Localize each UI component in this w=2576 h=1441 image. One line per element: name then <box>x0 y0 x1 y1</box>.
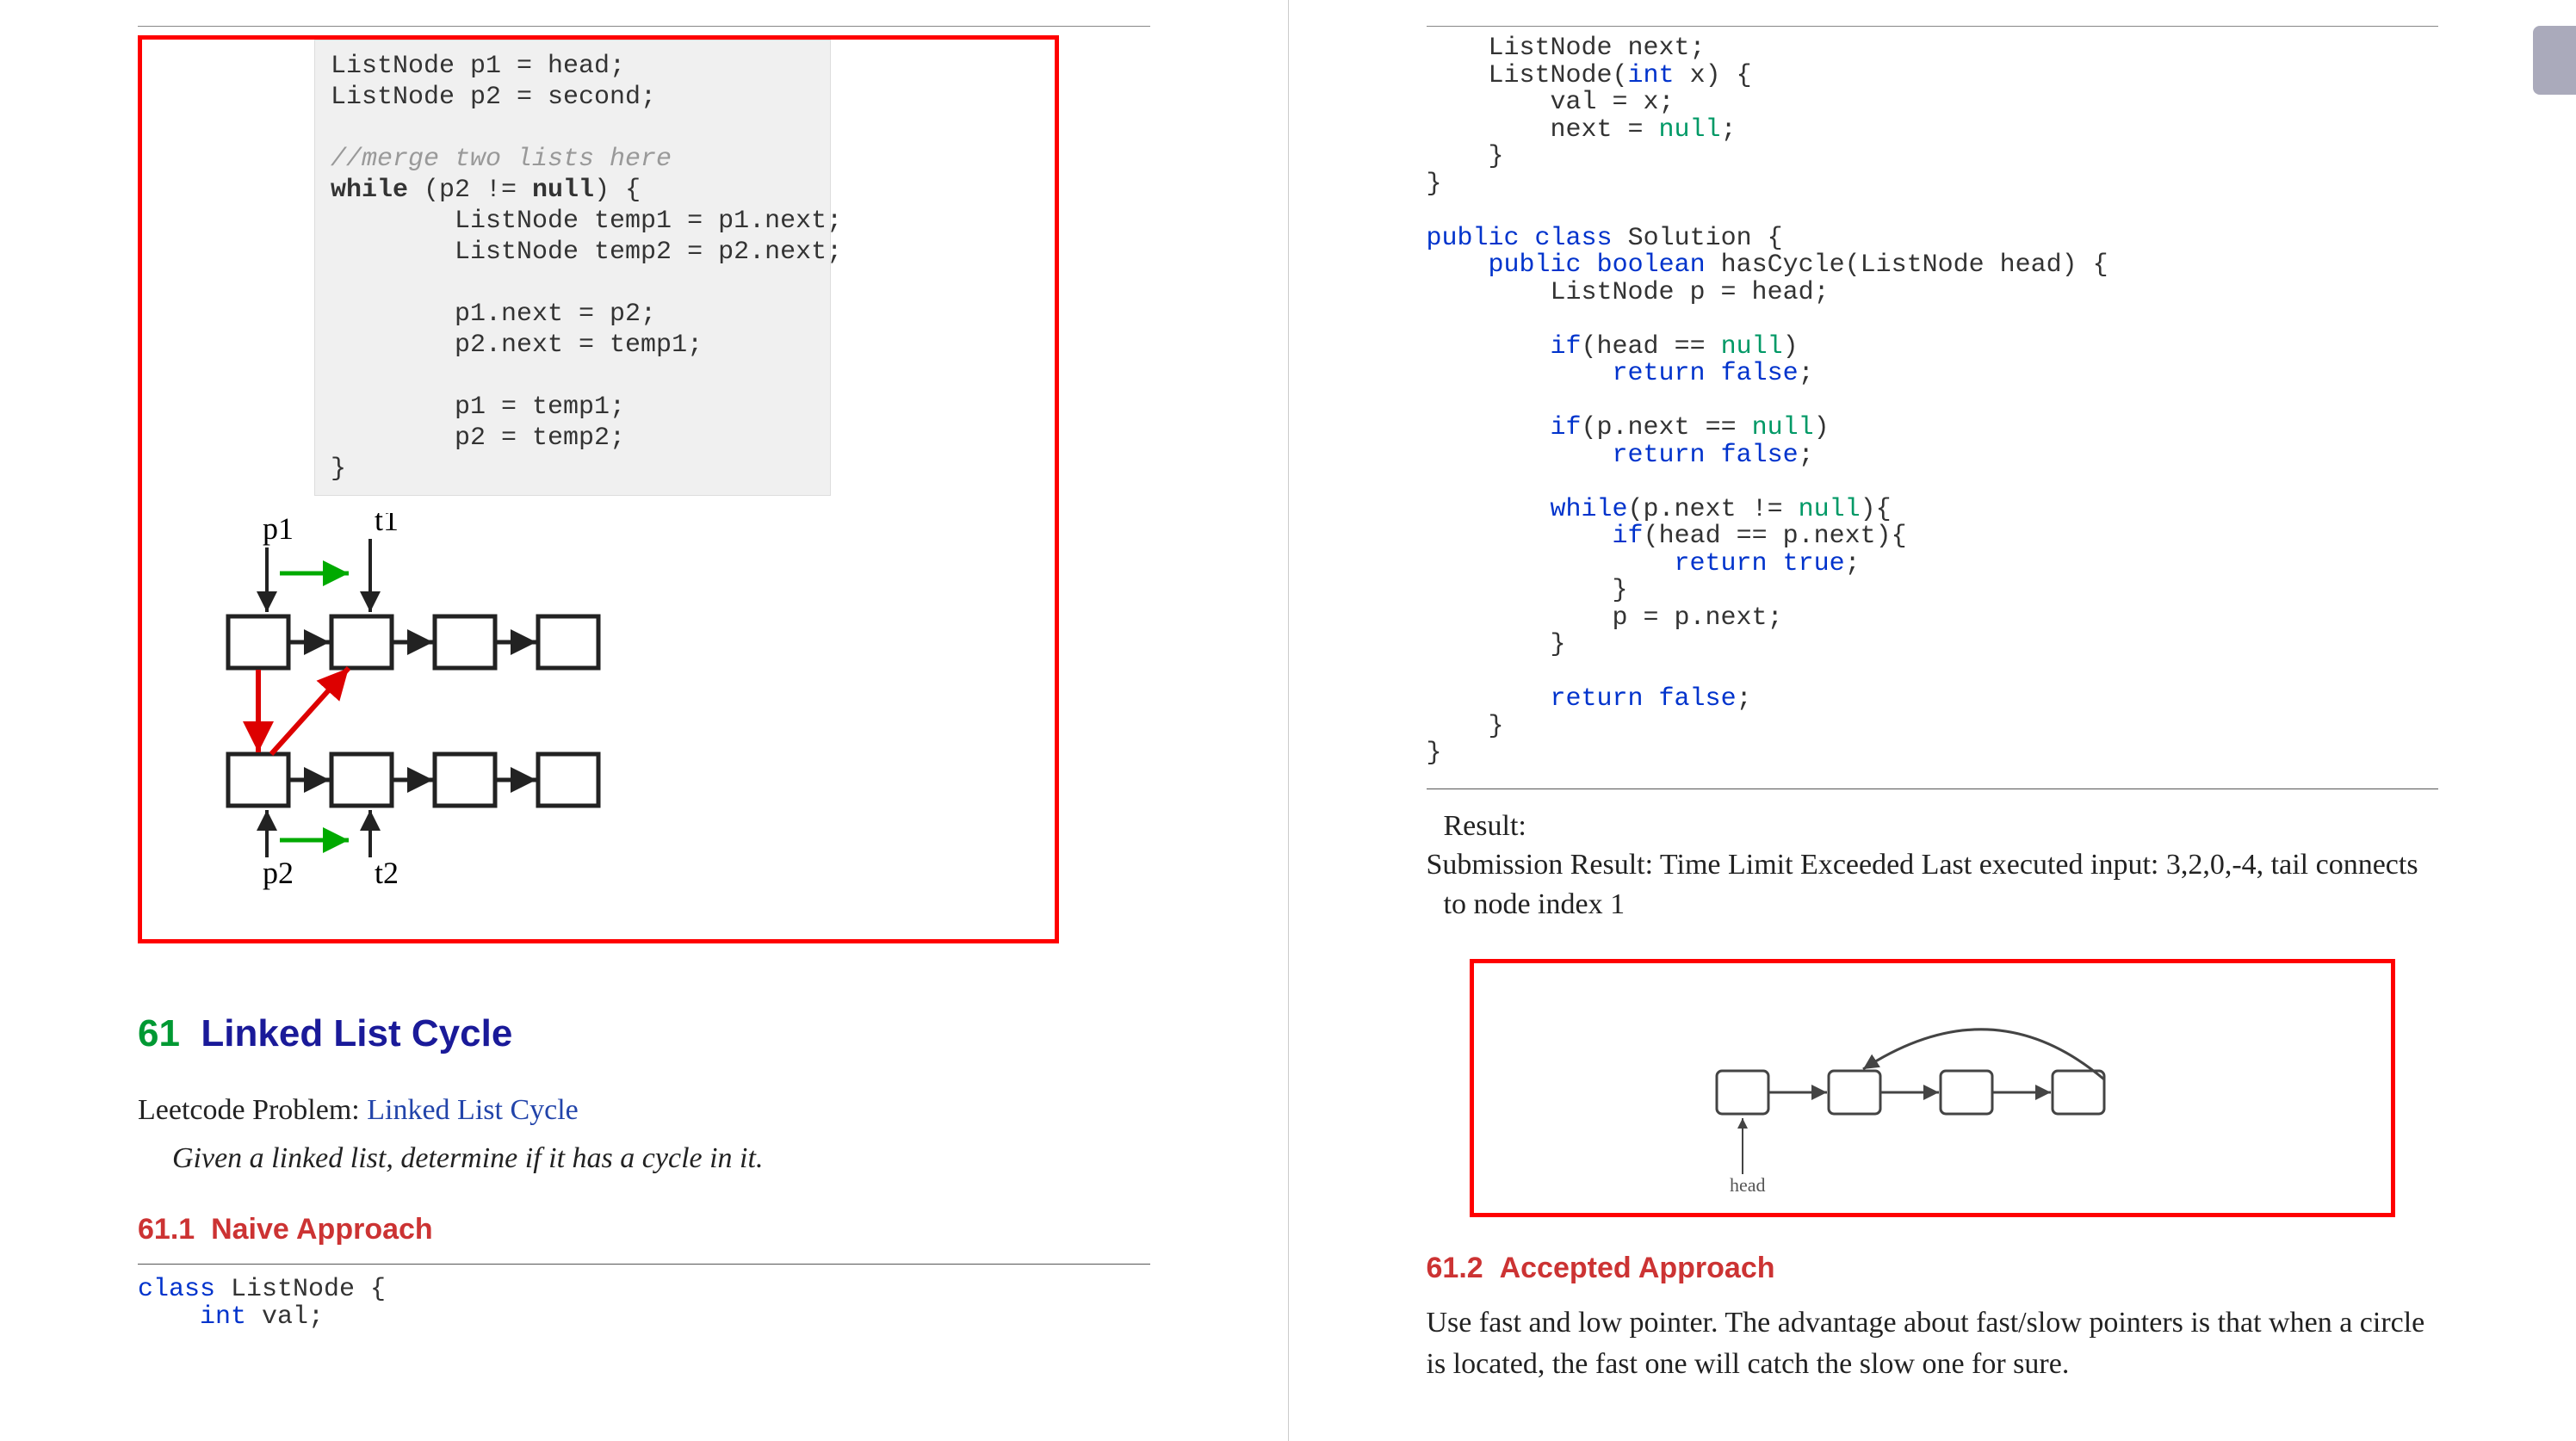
accepted-approach-text: Use fast and low pointer. The advantage … <box>1427 1302 2439 1384</box>
figure-cycle-diagram: head <box>1470 959 2396 1217</box>
subsection2-title-text: Accepted Approach <box>1500 1252 1775 1284</box>
hand-sketch-diagram: p1 t1 p2 t2 <box>142 496 1055 939</box>
result-text: Submission Result: Time Limit Exceeded L… <box>1444 845 2439 925</box>
subsection2-number: 61.2 <box>1427 1252 1483 1284</box>
label-p1: p1 <box>263 513 294 546</box>
label-t2: t2 <box>375 856 399 890</box>
label-t1: t1 <box>375 513 399 537</box>
two-column-layout: ListNode p1 = head; ListNode p2 = second… <box>0 0 2576 1441</box>
diagram-head-label: head <box>1730 1174 1766 1196</box>
problem-statement: Given a linked list, determine if it has… <box>138 1138 1150 1179</box>
figure-merge-lists: ListNode p1 = head; ListNode p2 = second… <box>138 35 1059 943</box>
top-rule-right <box>1427 26 2439 27</box>
label-p2: p2 <box>263 856 294 890</box>
section-title-text: Linked List Cycle <box>201 1012 512 1054</box>
result-block: Result: Submission Result: Time Limit Ex… <box>1427 807 2439 925</box>
top-rule-left <box>138 26 1150 27</box>
right-column: ListNode next; ListNode(int x) { val = x… <box>1289 0 2576 1441</box>
code-solution-block: ListNode next; ListNode(int x) { val = x… <box>1427 35 2439 776</box>
result-label: Result: <box>1444 807 2439 846</box>
leetcode-link[interactable]: Linked List Cycle <box>367 1094 579 1126</box>
subsection-accepted: 61.2 Accepted Approach <box>1427 1252 2439 1285</box>
leetcode-line: Leetcode Problem: Linked List Cycle <box>138 1090 1150 1131</box>
code-merge-block: ListNode p1 = head; ListNode p2 = second… <box>314 40 831 496</box>
leetcode-label: Leetcode Problem: <box>138 1094 367 1126</box>
subsection-title-text: Naive Approach <box>211 1213 433 1246</box>
subsection-naive: 61.1 Naive Approach <box>138 1213 1150 1246</box>
left-column: ListNode p1 = head; ListNode p2 = second… <box>0 0 1289 1441</box>
subsection-number: 61.1 <box>138 1213 195 1246</box>
section-number: 61 <box>138 1012 180 1054</box>
code-top-rule-left <box>138 1264 1150 1265</box>
section-heading: 61 Linked List Cycle <box>138 1012 1150 1055</box>
code-naive-start: class ListNode { int val; <box>138 1277 1150 1339</box>
